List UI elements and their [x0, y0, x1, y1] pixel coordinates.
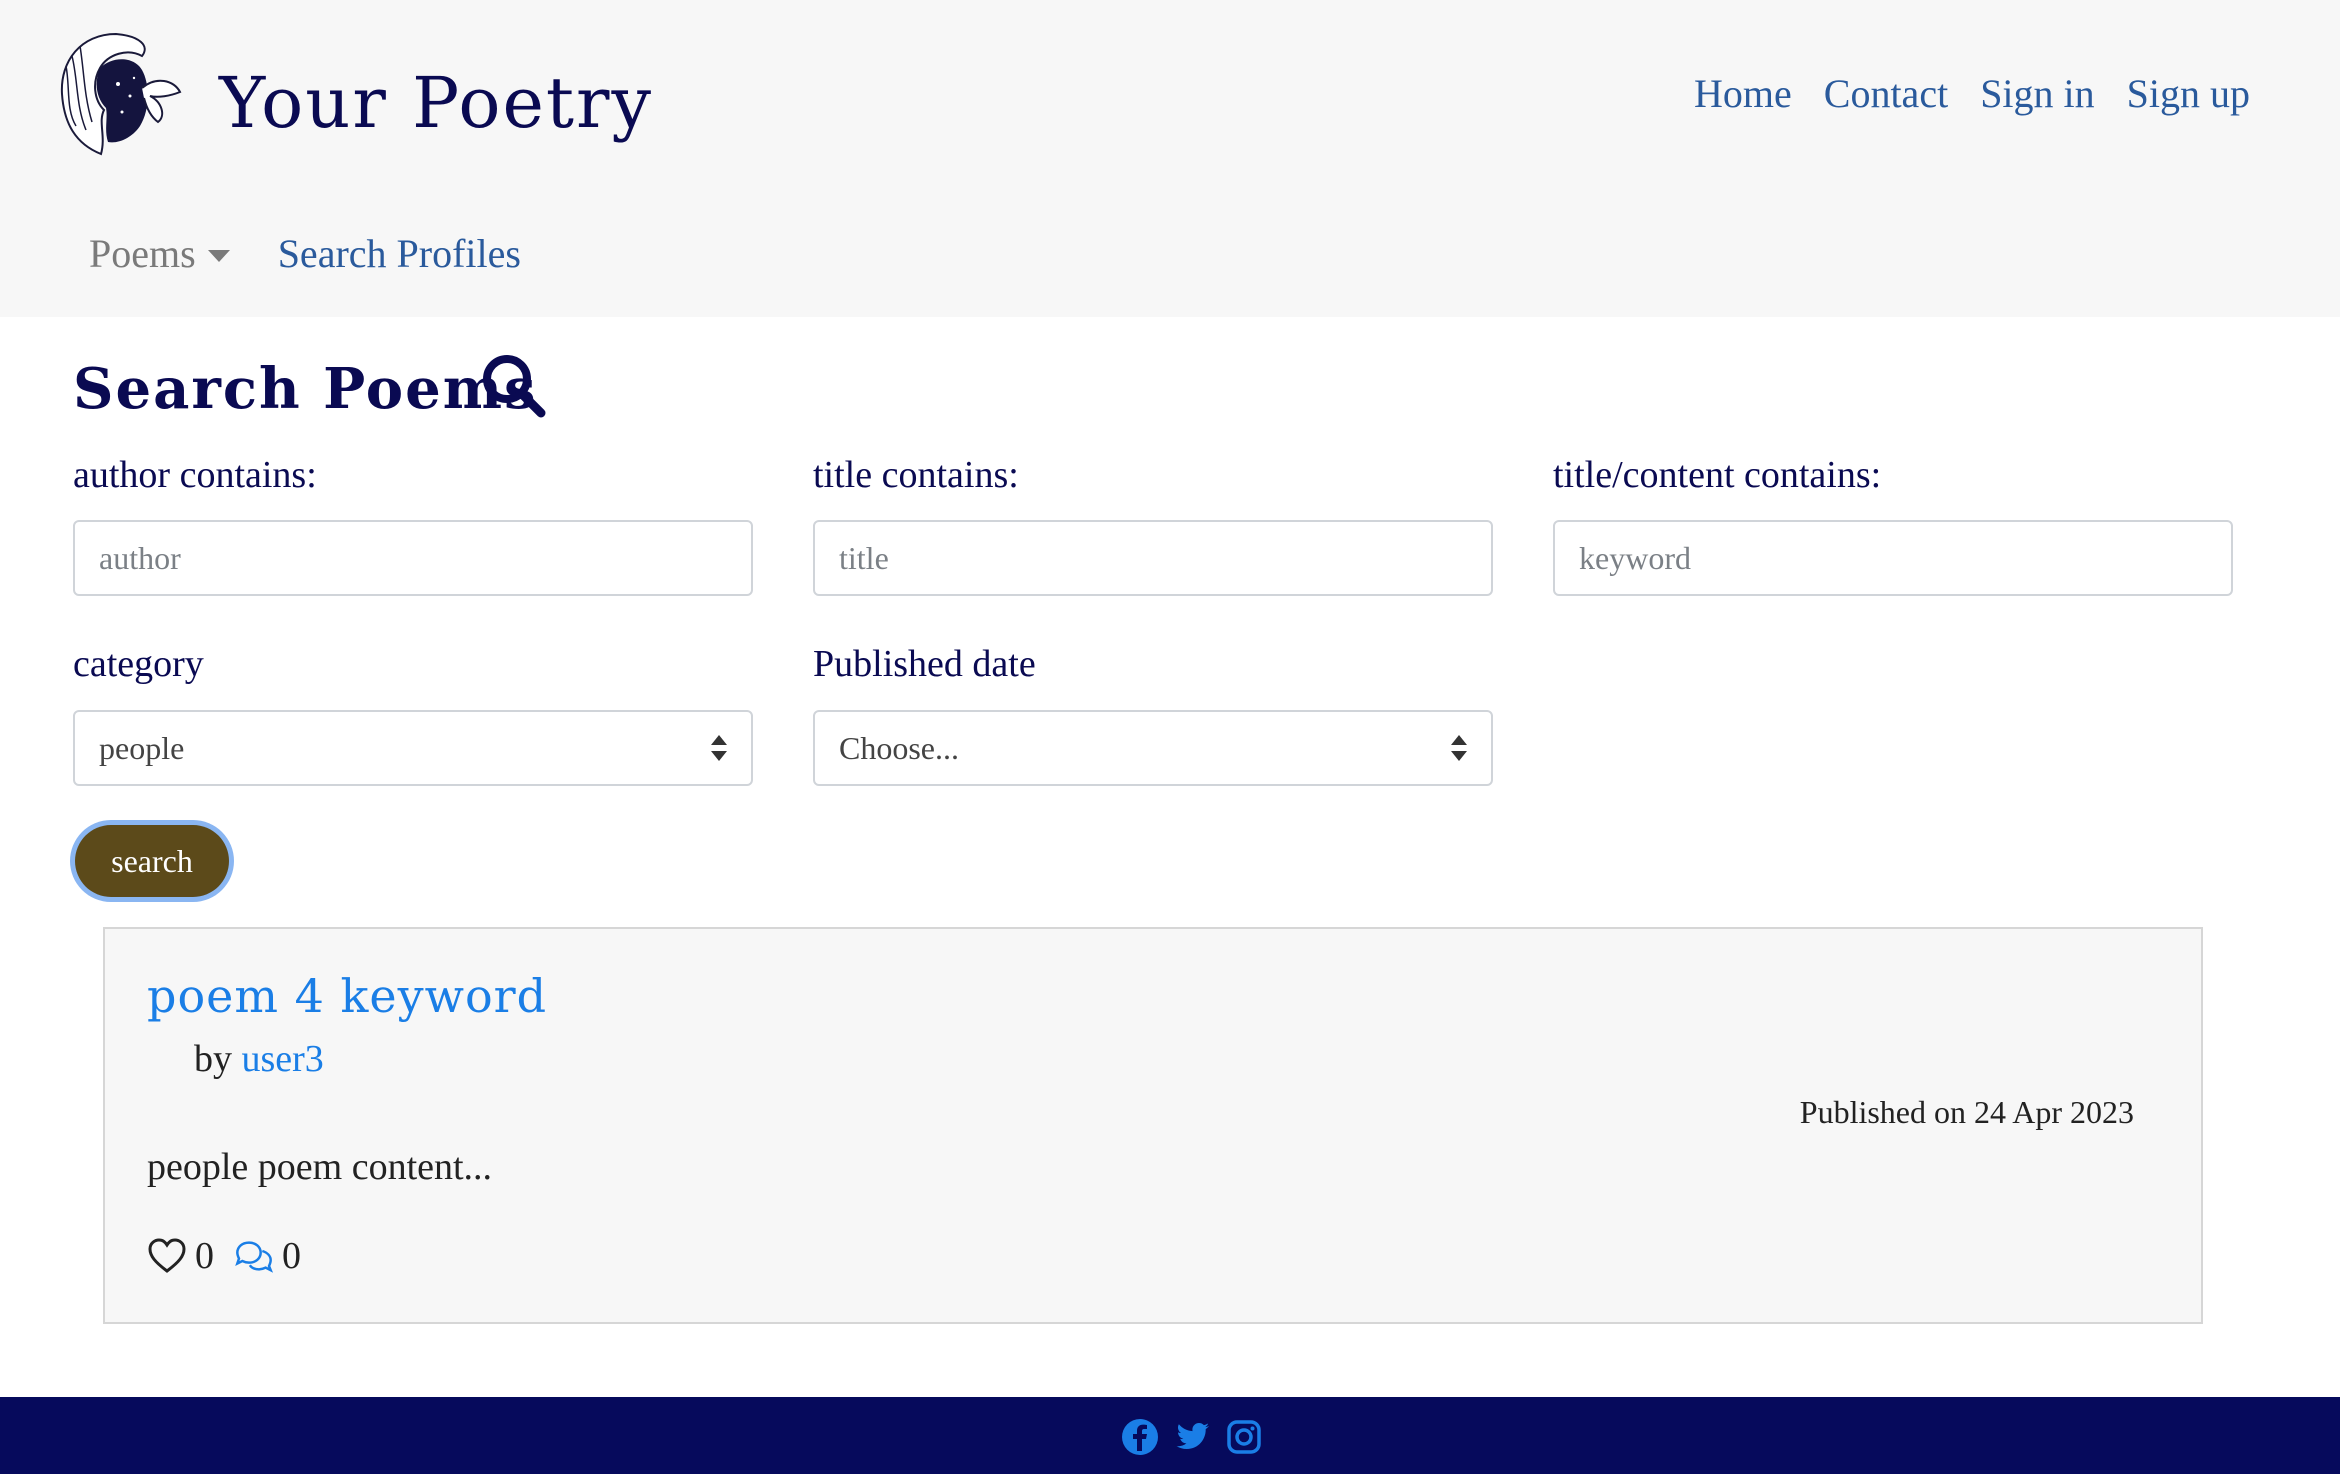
- poem-stats: 0 0: [147, 1234, 301, 1278]
- category-label: category: [73, 643, 204, 685]
- site-logo[interactable]: [46, 26, 186, 162]
- nav-contact[interactable]: Contact: [1824, 70, 1948, 117]
- search-profiles-link[interactable]: Search Profiles: [278, 230, 521, 277]
- top-nav: Home Contact Sign in Sign up: [1694, 70, 2250, 117]
- site-title[interactable]: Your Poetry: [219, 62, 653, 144]
- poem-author-line: by user3: [194, 1037, 324, 1081]
- published-date-select-value: Choose...: [839, 729, 959, 766]
- search-icon: [483, 355, 546, 418]
- sub-nav: Poems Search Profiles: [89, 230, 521, 277]
- poem-author-link[interactable]: user3: [242, 1038, 324, 1080]
- heart-icon[interactable]: [147, 1236, 187, 1276]
- caret-down-icon: [207, 249, 230, 262]
- poem-title-link[interactable]: poem 4 keyword: [147, 969, 547, 1023]
- poem-excerpt: people poem content...: [147, 1146, 493, 1188]
- published-date-select[interactable]: Choose...: [813, 710, 1493, 786]
- select-arrows-icon: [711, 735, 727, 761]
- search-button[interactable]: search: [75, 825, 229, 897]
- poems-dropdown[interactable]: Poems: [89, 230, 230, 277]
- select-arrows-icon: [1451, 735, 1467, 761]
- social-links: [1120, 1417, 1264, 1457]
- keyword-input[interactable]: [1553, 520, 2233, 596]
- author-input[interactable]: [73, 520, 753, 596]
- comments-icon[interactable]: [234, 1236, 274, 1276]
- category-select-value: people: [99, 729, 185, 766]
- nav-sign-in[interactable]: Sign in: [1980, 70, 2094, 117]
- page-title: Search Poems: [73, 356, 538, 422]
- author-label: author contains:: [73, 454, 317, 496]
- facebook-icon[interactable]: [1120, 1417, 1160, 1457]
- nav-home[interactable]: Home: [1694, 70, 1792, 117]
- site-footer: [0, 1397, 2340, 1474]
- poems-dropdown-label: Poems: [89, 231, 196, 276]
- like-count: 0: [195, 1235, 214, 1277]
- poem-by-label: by: [194, 1038, 232, 1080]
- poem-published-date: Published on 24 Apr 2023: [1799, 1094, 2134, 1130]
- keyword-label: title/content contains:: [1553, 454, 1882, 496]
- comment-count: 0: [282, 1235, 301, 1277]
- twitter-icon[interactable]: [1172, 1417, 1212, 1457]
- site-header: Your Poetry Home Contact Sign in Sign up…: [0, 0, 2340, 317]
- title-input[interactable]: [813, 520, 1493, 596]
- poem-card: poem 4 keyword by user3 Published on 24 …: [103, 927, 2203, 1324]
- category-select[interactable]: people: [73, 710, 753, 786]
- published-date-label: Published date: [813, 643, 1036, 685]
- instagram-icon[interactable]: [1224, 1417, 1264, 1457]
- nav-sign-up[interactable]: Sign up: [2127, 70, 2250, 117]
- title-label: title contains:: [813, 454, 1019, 496]
